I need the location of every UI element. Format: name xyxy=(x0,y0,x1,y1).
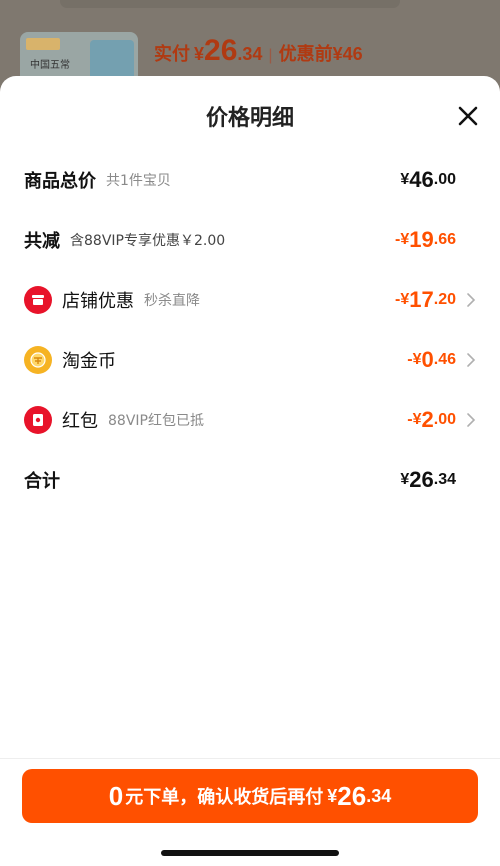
row-sub: 共1件宝贝 xyxy=(106,173,171,189)
row-amount: -¥ 19.66 xyxy=(395,220,456,260)
chevron-right-icon xyxy=(467,293,476,307)
background-title-line xyxy=(60,0,400,8)
row-amount: ¥46.00 xyxy=(400,160,456,200)
chevron-right-icon xyxy=(467,413,476,427)
home-indicator xyxy=(161,850,339,856)
amount-yen: ¥ xyxy=(400,171,410,188)
amount-dec: .66 xyxy=(433,231,456,248)
amount-yen: ¥ xyxy=(400,471,410,488)
paid-yen: ¥ xyxy=(194,44,205,64)
amount-dec: .00 xyxy=(433,171,456,188)
row-grand-total: 合计 ¥26.34 xyxy=(24,460,476,500)
background-price: 实付 ¥26.34 | 优惠前¥46 xyxy=(154,34,363,68)
row-label: 淘金币 xyxy=(62,351,116,372)
amount-yen: -¥ xyxy=(407,351,422,368)
orig-price: ¥46 xyxy=(332,44,363,64)
red-packet-icon xyxy=(24,406,52,434)
paid-int: 26 xyxy=(204,34,238,67)
coin-icon xyxy=(24,346,52,374)
row-amount: -¥ 17.20 xyxy=(395,280,456,320)
row-label: 合计 xyxy=(24,471,60,492)
close-icon xyxy=(458,106,478,126)
row-sub: 秒杀直降 xyxy=(144,293,200,309)
bottom-divider xyxy=(0,758,500,759)
row-label: 共减 xyxy=(24,231,60,252)
thumbnail-tag xyxy=(26,38,60,50)
cta-num: 0 xyxy=(108,780,124,811)
row-sub: 88VIP红包已抵 xyxy=(108,413,204,429)
amount-yen: -¥ xyxy=(395,291,410,308)
close-button[interactable] xyxy=(456,104,480,128)
row-total-goods: 商品总价 共1件宝贝 ¥46.00 xyxy=(24,160,476,200)
amount-yen: -¥ xyxy=(407,411,422,428)
row-amount: -¥ 2.00 xyxy=(407,400,456,440)
row-amount: -¥ 0.46 xyxy=(407,340,456,380)
sheet-title: 价格明细 xyxy=(205,106,294,131)
store-icon xyxy=(24,286,52,314)
place-order-button[interactable]: 0 元下单，确认收货后再付 ¥26.34 xyxy=(22,769,478,823)
cta-int: 26 xyxy=(337,780,367,811)
row-amount: ¥26.34 xyxy=(400,460,456,500)
paid-dec: .34 xyxy=(237,44,263,64)
amount-int: 19 xyxy=(409,227,434,252)
amount-dec: .46 xyxy=(433,351,456,368)
amount-int: 0 xyxy=(421,347,434,372)
orig-label: 优惠前 xyxy=(278,44,333,64)
row-taobao-coin[interactable]: 淘金币 -¥ 0.46 xyxy=(24,340,476,380)
amount-dec: .00 xyxy=(433,411,456,428)
row-label: 店铺优惠 xyxy=(62,291,134,312)
amount-dec: .20 xyxy=(433,291,456,308)
amount-dec: .34 xyxy=(433,471,456,488)
amount-yen: -¥ xyxy=(395,231,410,248)
amount-int: 2 xyxy=(421,407,434,432)
amount-int: 17 xyxy=(409,287,434,312)
amount-int: 26 xyxy=(409,467,434,492)
cta-text: 元下单，确认收货后再付 xyxy=(125,787,324,808)
row-red-packet[interactable]: 红包 88VIP红包已抵 -¥ 2.00 xyxy=(24,400,476,440)
amount-int: 46 xyxy=(409,167,434,192)
price-detail-sheet: 价格明细 商品总价 共1件宝贝 ¥46.00 共减 含88VIP专享优惠￥2.0… xyxy=(0,76,500,866)
row-label: 红包 xyxy=(62,411,98,432)
row-sub: 含88VIP专享优惠￥2.00 xyxy=(70,233,226,249)
row-total-discount: 共减 含88VIP专享优惠￥2.00 -¥ 19.66 xyxy=(24,220,476,260)
cta-yen: ¥ xyxy=(327,785,338,806)
cta-dec: .34 xyxy=(366,785,392,806)
row-store-discount[interactable]: 店铺优惠 秒杀直降 -¥ 17.20 xyxy=(24,280,476,320)
price-separator: | xyxy=(268,47,273,64)
paid-label: 实付 xyxy=(154,44,190,64)
thumbnail-text: 中国五常 xyxy=(30,60,70,71)
chevron-right-icon xyxy=(467,353,476,367)
row-label: 商品总价 xyxy=(24,171,96,192)
